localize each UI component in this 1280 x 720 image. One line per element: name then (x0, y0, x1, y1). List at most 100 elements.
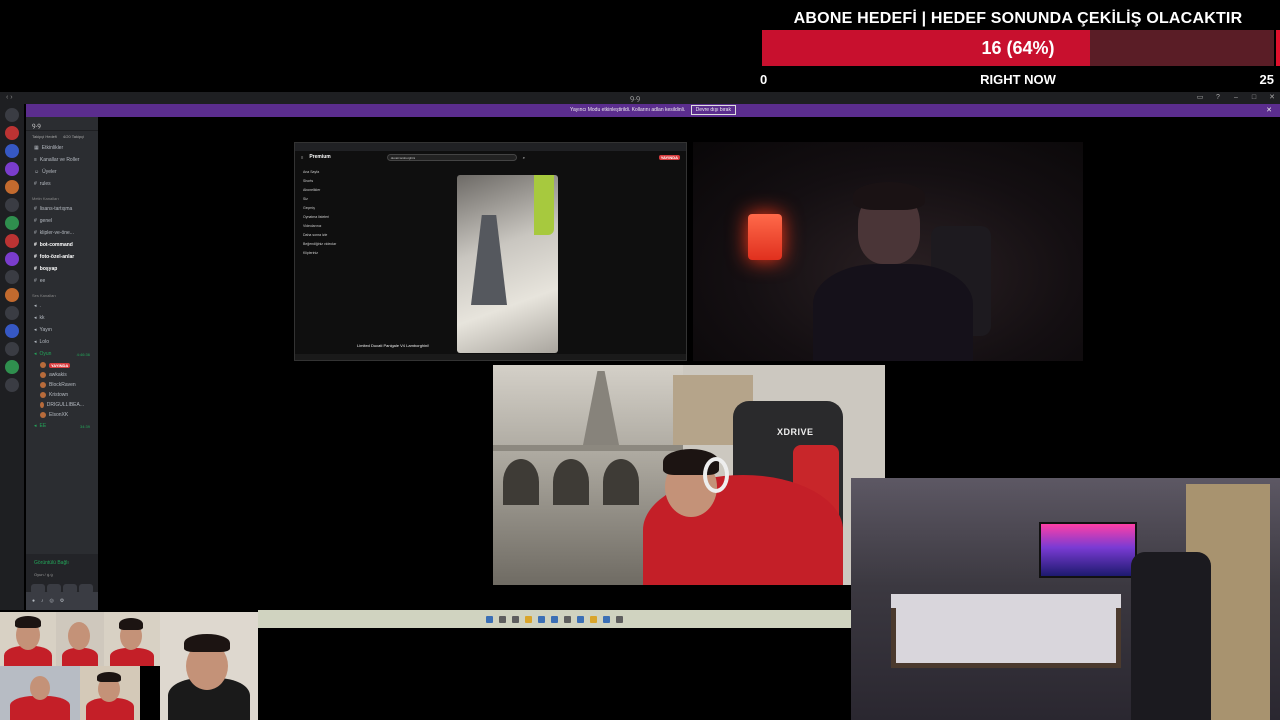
voice-user[interactable]: ElsonXK (26, 410, 98, 420)
voice-channel-item[interactable]: ◂. (26, 300, 98, 312)
server-icon[interactable] (5, 252, 19, 266)
server-icon[interactable] (5, 306, 19, 320)
channel-item[interactable]: # klipler-ve-öne... (26, 227, 98, 239)
server-name[interactable]: ꝯ.ꝯ (26, 117, 98, 131)
server-icon[interactable] (5, 288, 19, 302)
server-icon[interactable] (5, 270, 19, 284)
sidebar-item-channels-roles[interactable]: ≡ Kanallar ve Roller (26, 154, 98, 166)
discord-icon[interactable] (603, 615, 610, 623)
windows-start-icon[interactable] (486, 615, 493, 623)
store-icon[interactable] (551, 615, 558, 623)
gear-icon[interactable]: ⚙ (60, 598, 64, 604)
server-icon[interactable] (5, 342, 19, 356)
chrome-icon[interactable] (590, 615, 597, 623)
youtube-logo[interactable]: Premium (309, 154, 330, 160)
live-badge: YAYINDA (49, 362, 71, 368)
nav-liked[interactable]: Beğendiğiniz videolar (299, 239, 341, 248)
discover-icon[interactable] (5, 378, 19, 392)
nav-clips[interactable]: Klipleriniz (299, 248, 341, 257)
category-text-channels[interactable]: Metin Kanalları (26, 190, 98, 203)
search-icon[interactable] (499, 615, 506, 623)
server-icon[interactable] (5, 108, 19, 122)
voice-user[interactable]: awkakis (26, 370, 98, 380)
video-frame-object (471, 215, 507, 305)
follower-goal-tab[interactable]: Takipçi Hedefi (32, 134, 57, 139)
nav-home[interactable]: Ana Sayfa (299, 167, 341, 176)
voice-channel-item[interactable]: ◂ kk (26, 312, 98, 324)
server-icon[interactable] (5, 144, 19, 158)
streamer-mode-banner: Yayıncı Modu etkinleştirildi. Kollarını … (26, 104, 1280, 117)
avatar[interactable]: ● (32, 598, 35, 604)
server-icon[interactable] (5, 126, 19, 140)
nav-shorts[interactable]: Shorts (299, 176, 341, 185)
voice-user[interactable]: BlockRaven (26, 380, 98, 390)
add-server-icon[interactable] (5, 360, 19, 374)
voice-user[interactable]: DRIGULLIBEA... (26, 400, 98, 410)
nav-history[interactable]: Geçmiş (299, 203, 341, 212)
live-badge: YAYINDA (658, 154, 680, 160)
nav-you[interactable]: Siz (299, 194, 341, 203)
voice-status-title: Görüntülü Bağlı (34, 560, 69, 566)
server-icon[interactable] (5, 234, 19, 248)
inbox-icon[interactable]: ▭ (1196, 94, 1204, 102)
follower-count-tab[interactable]: 4/20 Takipçi (63, 134, 84, 139)
voice-channel-item[interactable]: ◂ EE 34:39 (26, 420, 98, 432)
short-title[interactable]: Limited Ducati Panigale V4 Lamborghini! (357, 343, 429, 348)
nav-subscriptions[interactable]: Abonelikler (299, 185, 341, 194)
thumbnail (104, 612, 160, 666)
back-icon[interactable]: ‹ › (6, 94, 13, 101)
channel-item[interactable]: # boşyap (26, 263, 98, 275)
hash-list-icon: ≡ (34, 157, 37, 163)
short-video-player[interactable] (457, 175, 558, 353)
category-voice-channels[interactable]: Ses Kanalları (26, 287, 98, 300)
screen-share-tile[interactable]: ≡ Premium ducati lamborghini ⌕ YAYINDA A… (294, 142, 687, 361)
channel-item[interactable]: # lisans-tartışma (26, 203, 98, 215)
window-minimize-icon[interactable]: – (1232, 94, 1240, 102)
app-icon[interactable] (564, 615, 571, 623)
webcam-tile-dark-room[interactable] (693, 142, 1083, 361)
app-icon[interactable] (577, 615, 584, 623)
channel-item[interactable]: # bot-command (26, 239, 98, 251)
help-icon[interactable]: ? (1214, 94, 1222, 102)
nav-your-videos[interactable]: Videolarınız (299, 221, 341, 230)
voice-user[interactable]: Kristown (26, 390, 98, 400)
youtube-sidebar: Ana Sayfa Shorts Abonelikler Siz Geçmiş … (295, 163, 345, 360)
voice-channel-active[interactable]: ◂ Oyun 4:46:36 (26, 348, 98, 360)
server-icon[interactable] (5, 324, 19, 338)
channel-rules[interactable]: # rules (26, 178, 98, 190)
server-icon[interactable] (5, 198, 19, 212)
window-maximize-icon[interactable]: □ (1250, 94, 1258, 102)
channel-item[interactable]: # genel (26, 215, 98, 227)
server-icon[interactable] (5, 180, 19, 194)
close-icon[interactable]: ✕ (1268, 94, 1276, 102)
menu-icon[interactable]: ≡ (301, 155, 303, 160)
lamp (748, 214, 782, 260)
app-icon[interactable] (616, 615, 623, 623)
avatar (40, 372, 46, 378)
banner-text: Yayıncı Modu etkinleştirildi. Kollarını … (570, 107, 686, 113)
webcam-tile-streamer[interactable]: XDRIVE (493, 365, 885, 585)
search-icon[interactable]: ⌕ (523, 155, 525, 160)
mic-icon[interactable]: ♪ (41, 598, 44, 604)
nav-playlists[interactable]: Oynatma listeleri (299, 212, 341, 221)
voice-channel-item[interactable]: ◂ Lolo (26, 336, 98, 348)
nav-watch-later[interactable]: Daha sonra izle (299, 230, 341, 239)
search-input[interactable]: ducati lamborghini (386, 153, 517, 161)
speaker-icon: ◂ (34, 339, 37, 345)
task-view-icon[interactable] (512, 615, 519, 623)
edge-icon[interactable] (538, 615, 545, 623)
voice-channel-item[interactable]: ◂ Yayın (26, 324, 98, 336)
sidebar-item-members[interactable]: ☺ Üyeler (26, 166, 98, 178)
channel-item[interactable]: # foto-özel-anlar (26, 251, 98, 263)
avatar (40, 362, 46, 368)
channel-item[interactable]: # ee (26, 275, 98, 287)
webcam-tile-bedroom[interactable] (851, 478, 1280, 720)
disable-streamer-mode-button[interactable]: Devre dışı bırak (690, 105, 736, 115)
banner-close-icon[interactable]: ✕ (1266, 104, 1272, 117)
voice-user[interactable]: YAYINDA (26, 360, 98, 370)
folder-icon[interactable] (525, 615, 532, 623)
server-icon[interactable] (5, 162, 19, 176)
server-icon[interactable] (5, 216, 19, 230)
sidebar-item-events[interactable]: ▦ Etkinlikler (26, 142, 98, 154)
headphones-icon[interactable]: ◎ (50, 598, 54, 604)
